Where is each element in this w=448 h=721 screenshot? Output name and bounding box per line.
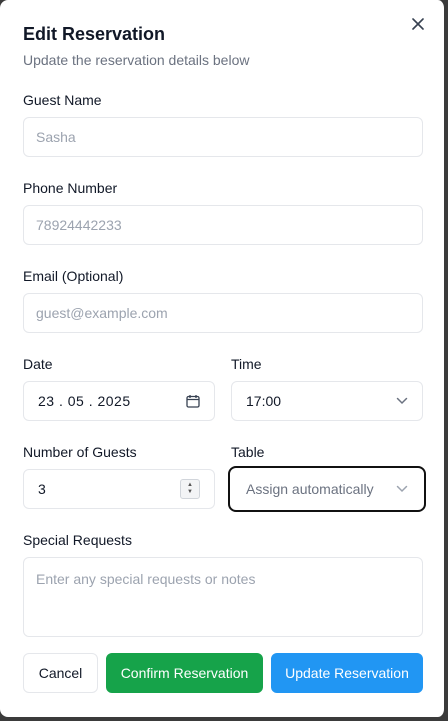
update-reservation-button[interactable]: Update Reservation	[271, 653, 423, 693]
table-select[interactable]: Assign automatically	[228, 466, 426, 512]
quantity-stepper[interactable]: ▲ ▼	[180, 479, 200, 499]
time-select[interactable]: 17:00	[231, 381, 423, 421]
special-requests-label: Special Requests	[23, 532, 132, 548]
dialog-subtitle: Update the reservation details below	[23, 52, 250, 68]
guests-label: Number of Guests	[23, 444, 137, 460]
time-label: Time	[231, 356, 262, 372]
email-input[interactable]	[23, 293, 423, 333]
date-label: Date	[23, 356, 53, 372]
time-value: 17:00	[246, 393, 282, 409]
table-label: Table	[231, 444, 265, 460]
email-label: Email (Optional)	[23, 268, 124, 284]
date-value: 23 . 05 . 2025	[38, 393, 131, 409]
close-button[interactable]	[408, 14, 428, 34]
table-value: Assign automatically	[246, 481, 374, 497]
phone-input[interactable]	[23, 205, 423, 245]
guests-input[interactable]: 3 ▲ ▼	[23, 469, 215, 509]
calendar-icon[interactable]	[186, 394, 200, 408]
close-icon	[412, 18, 424, 30]
special-requests-textarea[interactable]	[23, 557, 423, 637]
chevron-down-icon	[396, 485, 408, 493]
date-input[interactable]: 23 . 05 . 2025	[23, 381, 215, 421]
cancel-button[interactable]: Cancel	[23, 653, 98, 693]
confirm-reservation-button[interactable]: Confirm Reservation	[106, 653, 263, 693]
stepper-down-icon[interactable]: ▼	[187, 489, 193, 496]
edit-reservation-dialog: Edit Reservation Update the reservation …	[0, 0, 446, 717]
guest-name-input[interactable]	[23, 117, 423, 157]
dialog-title: Edit Reservation	[23, 24, 166, 44]
guest-name-label: Guest Name	[23, 92, 102, 108]
chevron-down-icon	[396, 397, 408, 405]
phone-label: Phone Number	[23, 180, 118, 196]
stepper-up-icon[interactable]: ▲	[187, 482, 193, 489]
guests-value: 3	[38, 481, 46, 497]
